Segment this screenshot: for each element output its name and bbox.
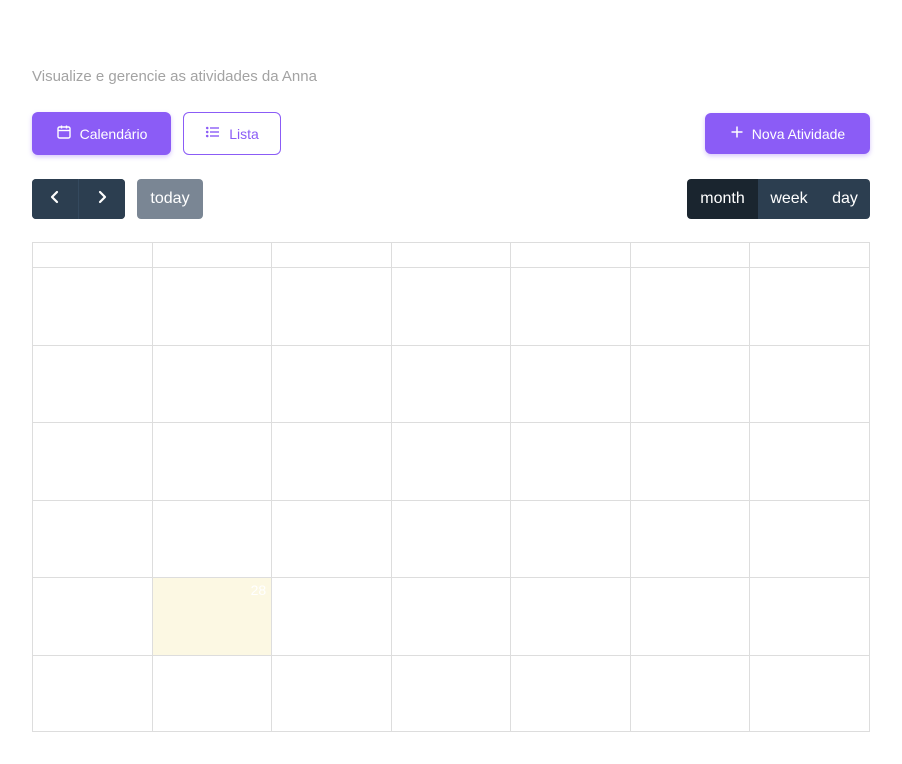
weekday-header-cell xyxy=(33,243,153,267)
calendar-day-cell[interactable] xyxy=(33,345,153,422)
new-activity-label: Nova Atividade xyxy=(751,125,846,142)
calendar-day-cell[interactable] xyxy=(392,500,512,577)
calendar-day-cell[interactable] xyxy=(511,345,631,422)
chevron-right-icon xyxy=(95,190,109,209)
calendar-day-cell[interactable] xyxy=(511,655,631,732)
calendar-day-cell[interactable] xyxy=(33,500,153,577)
calendar-day-cell[interactable] xyxy=(153,423,273,500)
calendar-view-label: Calendário xyxy=(79,125,148,142)
calendar-week-row xyxy=(33,268,869,346)
calendar-day-cell[interactable] xyxy=(631,500,751,577)
weekday-header-cell xyxy=(631,243,751,267)
calendar-day-cell[interactable] xyxy=(33,423,153,500)
calendar-week-row xyxy=(33,423,869,501)
calendar-day-cell[interactable] xyxy=(392,578,512,655)
calendar-today-cell[interactable]: 28 xyxy=(152,578,273,655)
month-view-button[interactable]: month xyxy=(687,179,758,219)
calendar-day-cell[interactable] xyxy=(511,500,631,577)
calendar-day-cell[interactable] xyxy=(272,500,392,577)
calendar-day-cell[interactable] xyxy=(392,268,512,345)
calendar-day-cell[interactable] xyxy=(33,655,153,732)
calendar-day-cell[interactable] xyxy=(153,268,273,345)
new-activity-button[interactable]: Nova Atividade xyxy=(705,113,870,154)
weekday-header-row xyxy=(33,243,869,268)
day-view-button[interactable]: day xyxy=(820,179,870,219)
plus-icon xyxy=(730,125,744,142)
day-number: 28 xyxy=(250,582,267,598)
list-view-button[interactable]: Lista xyxy=(183,112,281,155)
calendar-day-cell[interactable] xyxy=(750,268,869,345)
calendar-day-cell[interactable] xyxy=(153,655,273,732)
week-view-button[interactable]: week xyxy=(758,179,820,219)
chevron-left-icon xyxy=(48,190,62,209)
calendar-day-cell[interactable] xyxy=(631,655,751,732)
calendar-day-cell[interactable] xyxy=(392,345,512,422)
prev-button[interactable] xyxy=(32,179,79,219)
calendar-day-cell[interactable] xyxy=(392,423,512,500)
calendar-day-cell[interactable] xyxy=(153,500,273,577)
calendar-day-cell[interactable] xyxy=(511,423,631,500)
weekday-header-cell xyxy=(750,243,869,267)
calendar-nav-group xyxy=(32,179,125,219)
calendar-day-cell[interactable] xyxy=(153,345,273,422)
calendar-view-button[interactable]: Calendário xyxy=(32,112,171,155)
calendar-day-cell[interactable] xyxy=(272,345,392,422)
calendar-week-row xyxy=(33,655,869,733)
calendar-day-cell[interactable] xyxy=(750,656,869,733)
list-icon xyxy=(205,124,221,143)
calendar-week-row: 28 xyxy=(33,578,869,656)
weekday-header-cell xyxy=(392,243,512,267)
calendar-day-cell[interactable] xyxy=(631,345,751,422)
calendar-day-cell[interactable] xyxy=(272,655,392,732)
calendar-day-cell[interactable] xyxy=(33,578,153,655)
calendar-week-row xyxy=(33,500,869,578)
calendar-icon xyxy=(56,124,72,143)
weekday-header-cell xyxy=(511,243,631,267)
list-view-label: Lista xyxy=(229,125,259,142)
calendar-day-cell[interactable] xyxy=(511,268,631,345)
today-button[interactable]: today xyxy=(137,179,203,219)
calendar-week-row xyxy=(33,345,869,423)
calendar-day-cell[interactable] xyxy=(750,423,869,500)
calendar-body: 28 xyxy=(33,268,869,732)
next-button[interactable] xyxy=(79,179,125,219)
weekday-header-cell xyxy=(153,243,273,267)
calendar-day-cell[interactable] xyxy=(33,268,153,345)
calendar-day-cell[interactable] xyxy=(272,578,392,655)
calendar-day-cell[interactable] xyxy=(631,423,751,500)
calendar-day-cell[interactable] xyxy=(750,578,869,655)
weekday-header-cell xyxy=(272,243,392,267)
month-calendar-grid: 28 xyxy=(32,242,870,732)
calendar-day-cell[interactable] xyxy=(272,268,392,345)
page-subtitle: Visualize e gerencie as atividades da An… xyxy=(32,68,317,85)
calendar-day-cell[interactable] xyxy=(631,578,751,655)
calendar-day-cell[interactable] xyxy=(272,423,392,500)
view-switcher: month week day xyxy=(687,179,870,219)
calendar-day-cell[interactable] xyxy=(392,655,512,732)
calendar-day-cell[interactable] xyxy=(750,346,869,423)
calendar-day-cell[interactable] xyxy=(631,268,751,345)
calendar-day-cell[interactable] xyxy=(511,578,631,655)
calendar-day-cell[interactable] xyxy=(750,501,869,578)
